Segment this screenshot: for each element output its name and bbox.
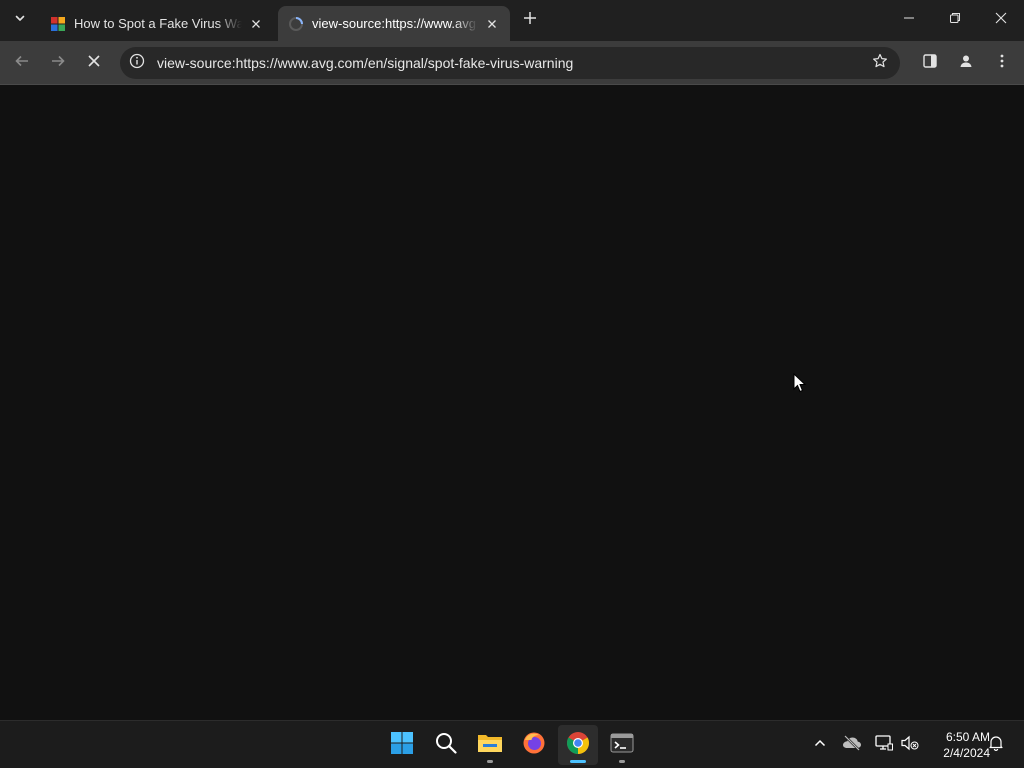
profile-button[interactable] [952, 49, 980, 77]
show-hidden-icons-button[interactable] [808, 733, 832, 757]
close-tab-icon[interactable] [484, 16, 500, 32]
menu-button[interactable] [988, 49, 1016, 77]
restore-button[interactable] [932, 0, 978, 40]
network-button[interactable] [872, 733, 896, 757]
close-icon [995, 11, 1007, 29]
active-indicator [570, 760, 586, 763]
volume-muted-icon [901, 735, 919, 756]
volume-button[interactable] [898, 733, 922, 757]
chevron-down-icon [14, 11, 26, 29]
side-panel-button[interactable] [916, 49, 944, 77]
file-explorer-icon [477, 732, 503, 759]
arrow-left-icon [14, 53, 30, 74]
page-content[interactable] [0, 86, 1024, 720]
screen: How to Spot a Fake Virus Warning view-so… [0, 0, 1024, 768]
tab-how-to-spot-fake-virus[interactable]: How to Spot a Fake Virus Warning [40, 6, 274, 41]
chrome-icon [566, 731, 590, 760]
info-icon [129, 53, 145, 74]
mouse-cursor-icon [793, 372, 807, 393]
restore-icon [949, 11, 961, 29]
stop-loading-button[interactable] [80, 49, 108, 77]
side-panel-icon [922, 53, 938, 74]
bell-icon [988, 735, 1004, 756]
firefox-icon [522, 731, 546, 760]
clock-time: 6:50 AM [945, 730, 990, 744]
loading-spinner-icon [288, 16, 304, 32]
taskbar-firefox[interactable] [514, 725, 554, 765]
back-button[interactable] [8, 49, 36, 77]
taskbar: 6:50 AM 2/4/2024 [0, 720, 1024, 768]
taskbar-file-explorer[interactable] [470, 725, 510, 765]
network-icon [875, 734, 893, 756]
running-indicator [487, 760, 493, 763]
taskbar-clock[interactable]: 6:50 AM 2/4/2024 [926, 729, 990, 761]
tab-title: view-source:https://www.avg.com/en/signa… [312, 16, 478, 31]
address-bar-url: view-source:https://www.avg.com/en/signa… [157, 55, 574, 71]
browser-toolbar: view-source:https://www.avg.com/en/signa… [0, 41, 1024, 85]
new-tab-button[interactable] [518, 8, 542, 32]
taskbar-search-button[interactable] [426, 725, 466, 765]
bookmark-button[interactable] [868, 51, 892, 75]
onedrive-button[interactable] [840, 733, 864, 757]
tab-title: How to Spot a Fake Virus Warning [74, 16, 242, 31]
running-indicator [619, 760, 625, 763]
tab-view-source[interactable]: view-source:https://www.avg.com/en/signa… [278, 6, 510, 41]
avg-logo-icon [50, 16, 66, 32]
search-icon [435, 732, 457, 759]
star-icon [872, 53, 888, 74]
terminal-icon [610, 733, 634, 758]
cloud-off-icon [842, 734, 862, 756]
clock-date: 2/4/2024 [943, 746, 990, 760]
chevron-up-icon [813, 736, 827, 755]
more-vertical-icon [994, 53, 1010, 74]
tab-strip: How to Spot a Fake Virus Warning view-so… [0, 0, 1024, 41]
windows-start-icon [390, 731, 414, 760]
close-tab-icon[interactable] [248, 16, 264, 32]
site-info-button[interactable] [123, 49, 151, 77]
person-icon [958, 53, 974, 74]
arrow-right-icon [50, 53, 66, 74]
close-window-button[interactable] [978, 0, 1024, 40]
forward-button[interactable] [44, 49, 72, 77]
minimize-icon [903, 11, 915, 29]
close-icon [87, 54, 101, 73]
taskbar-chrome[interactable] [558, 725, 598, 765]
plus-icon [523, 11, 537, 30]
tab-search-button[interactable] [8, 8, 32, 32]
taskbar-terminal[interactable] [602, 725, 642, 765]
address-bar[interactable]: view-source:https://www.avg.com/en/signa… [120, 47, 900, 79]
minimize-button[interactable] [886, 0, 932, 40]
notifications-button[interactable] [984, 733, 1008, 757]
start-button[interactable] [382, 725, 422, 765]
